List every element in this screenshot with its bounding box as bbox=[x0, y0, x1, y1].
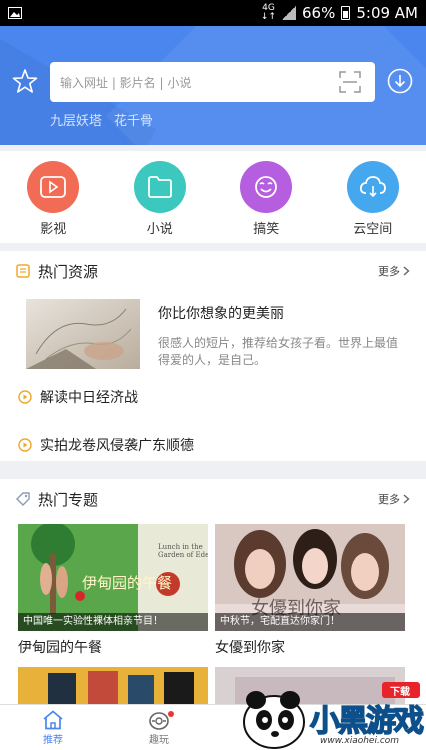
more-link[interactable]: 更多 bbox=[378, 491, 410, 507]
watermark-logo: 下载 小黑游戏 www.xiaohei.com bbox=[232, 676, 426, 750]
battery-icon bbox=[341, 6, 351, 20]
category-label: 搞笑 bbox=[253, 222, 280, 237]
chevron-right-icon bbox=[403, 266, 410, 276]
clock: 5:09 AM bbox=[356, 4, 418, 22]
category-novel[interactable]: 小说 bbox=[107, 151, 214, 243]
notification-dot bbox=[168, 711, 174, 717]
hot-search-words: 九层妖塔 花千骨 bbox=[50, 110, 153, 129]
scan-icon[interactable] bbox=[339, 71, 361, 93]
star-icon[interactable] bbox=[12, 68, 38, 94]
svg-text:Garden of Eden: Garden of Eden bbox=[158, 551, 208, 559]
battery-percent: 66% bbox=[302, 4, 336, 22]
more-link[interactable]: 更多 bbox=[378, 263, 410, 279]
book-icon bbox=[147, 176, 172, 198]
watermark-brand: 小黑游戏 bbox=[309, 703, 425, 740]
topic-caption: 中秋节，宅配直达你家门！ bbox=[215, 613, 405, 631]
topic-name: 伊甸园的午餐 bbox=[18, 640, 102, 656]
status-bar: 4G ↓↑ 66% 5:09 AM bbox=[0, 0, 426, 26]
topic-image: 女優到你家 中秋节，宅配直达你家门！ bbox=[215, 524, 405, 631]
category-row: 影视 小说 搞笑 云空间 bbox=[0, 151, 426, 243]
topic-card[interactable]: Lunch in the Garden of Eden 伊甸园的午餐 中国唯一实… bbox=[18, 524, 208, 657]
search-bar[interactable]: 输入网址 | 影片名 | 小说 bbox=[50, 62, 375, 102]
topic-caption: 中国唯一实验性裸体相亲节目！ bbox=[18, 613, 208, 631]
hot-resources-section: 热门资源 更多 你比你想象的更美丽 很感人的短片，推荐给女孩子看。世界上最值得爱… bbox=[0, 251, 426, 461]
gamepad-icon bbox=[149, 712, 169, 730]
category-label: 小说 bbox=[146, 222, 173, 237]
resource-item[interactable]: 解读中日经济战 bbox=[18, 382, 138, 412]
featured-title[interactable]: 你比你想象的更美丽 bbox=[158, 303, 284, 323]
smiley-icon bbox=[255, 176, 278, 198]
play-icon bbox=[40, 176, 67, 198]
cloud-icon bbox=[359, 176, 386, 198]
category-label: 云空间 bbox=[353, 222, 393, 237]
image-notification-icon bbox=[8, 7, 22, 19]
hot-word-link[interactable]: 花千骨 bbox=[114, 110, 153, 129]
nav-fun[interactable]: 趣玩 bbox=[106, 705, 212, 750]
section-header: 热门资源 更多 bbox=[0, 251, 426, 291]
category-label: 影视 bbox=[40, 222, 67, 237]
resource-item[interactable]: 实拍龙卷风侵袭广东顺德 bbox=[18, 430, 194, 460]
poster-text: 伊甸园的午餐 bbox=[82, 574, 173, 592]
section-header: 热门专题 更多 bbox=[0, 479, 426, 519]
signal-icon bbox=[282, 6, 296, 20]
topic-card-partial[interactable] bbox=[18, 667, 208, 704]
watermark-url: www.xiaohei.com bbox=[320, 736, 400, 746]
network-indicator: 4G ↓↑ bbox=[260, 3, 276, 22]
section-title: 热门资源 bbox=[38, 262, 99, 281]
play-circle-icon bbox=[18, 390, 32, 404]
home-icon bbox=[43, 710, 63, 730]
header: 输入网址 | 影片名 | 小说 九层妖塔 花千骨 bbox=[0, 26, 426, 145]
download-icon[interactable] bbox=[387, 68, 413, 94]
topic-name: 女優到你家 bbox=[215, 640, 285, 656]
category-funny[interactable]: 搞笑 bbox=[213, 151, 320, 243]
hot-word-link[interactable]: 九层妖塔 bbox=[50, 110, 102, 129]
nav-recommend[interactable]: 推荐 bbox=[0, 705, 106, 750]
topic-card[interactable]: 女優到你家 中秋节，宅配直达你家门！ 女優到你家 bbox=[215, 524, 405, 657]
chevron-right-icon bbox=[403, 494, 410, 504]
category-video[interactable]: 影视 bbox=[0, 151, 107, 243]
tag-icon bbox=[16, 492, 30, 506]
play-circle-icon bbox=[18, 438, 32, 452]
hot-topics-section: 热门专题 更多 Lunch in the Garden of Eden 伊甸园的… bbox=[0, 479, 426, 704]
search-input[interactable]: 输入网址 | 影片名 | 小说 bbox=[60, 74, 339, 91]
featured-thumbnail[interactable] bbox=[26, 299, 140, 369]
section-title: 热门专题 bbox=[38, 490, 99, 509]
notepad-icon bbox=[16, 264, 30, 278]
topic-image: Lunch in the Garden of Eden 伊甸园的午餐 中国唯一实… bbox=[18, 524, 208, 631]
category-cloud-space[interactable]: 云空间 bbox=[320, 151, 426, 243]
featured-description: 很感人的短片，推荐给女孩子看。世界上最值得爱的人，是自己。 bbox=[158, 336, 399, 367]
svg-text:Lunch in the: Lunch in the bbox=[158, 543, 203, 551]
